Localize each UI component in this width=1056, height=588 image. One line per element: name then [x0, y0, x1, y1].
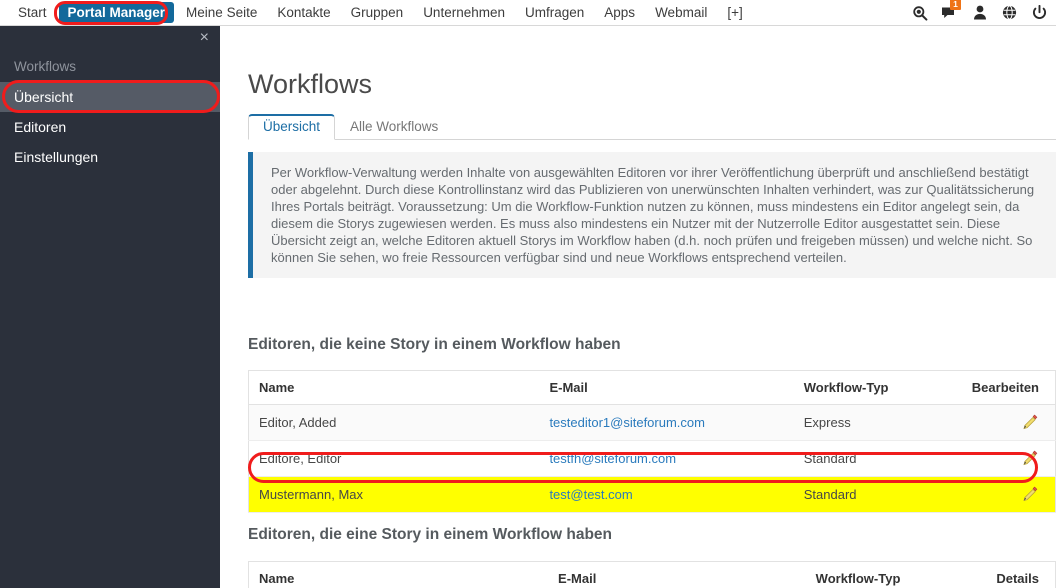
column-header-name: Name	[248, 370, 540, 405]
nav-item-apps[interactable]: Apps	[594, 0, 645, 25]
cell-edit-action[interactable]	[961, 404, 1056, 442]
table-body: Editor, Added testeditor1@siteforum.com …	[248, 404, 1056, 514]
section-heading-with-story: Editoren, die eine Story in einem Workfl…	[248, 526, 613, 543]
nav-item-kontakte[interactable]: Kontakte	[267, 0, 340, 25]
info-box-text: Per Workflow-Verwaltung werden Inhalte v…	[271, 165, 1035, 265]
nav-item-start[interactable]: Start	[8, 0, 57, 25]
cell-email: testeditor1@siteforum.com	[539, 404, 794, 442]
cell-workflow-type: Standard	[793, 476, 962, 514]
cell-edit-action[interactable]	[961, 440, 1056, 478]
close-icon[interactable]: ×	[200, 30, 209, 46]
nav-item-add-more[interactable]: [+]	[717, 0, 752, 25]
section-heading-no-story: Editoren, die keine Story in einem Workf…	[248, 336, 621, 353]
tab-alle-workflows[interactable]: Alle Workflows	[335, 114, 453, 140]
column-header-details: Details	[977, 561, 1056, 588]
pencil-icon[interactable]	[1022, 486, 1039, 503]
info-box: Per Workflow-Verwaltung werden Inhalte v…	[248, 152, 1056, 278]
column-header-email: E-Mail	[548, 561, 806, 588]
cell-workflow-type: Standard	[793, 440, 962, 478]
email-link[interactable]: test@test.com	[549, 487, 632, 502]
email-link[interactable]: testeditor1@siteforum.com	[549, 415, 705, 430]
editors-without-story-table: Name E-Mail Workflow-Typ Bearbeiten Edit…	[248, 370, 1056, 514]
column-header-workflow-type: Workflow-Typ	[793, 370, 962, 405]
sidebar-item-editoren[interactable]: Editoren	[0, 112, 220, 142]
table-row[interactable]: Editore, Editor testfh@siteforum.com Sta…	[248, 440, 1056, 478]
sidebar-item-label: Einstellungen	[14, 149, 99, 165]
table-header: Name E-Mail Workflow-Typ Details	[248, 561, 1056, 588]
nav-item-webmail[interactable]: Webmail	[645, 0, 717, 25]
nav-item-gruppen[interactable]: Gruppen	[341, 0, 414, 25]
messages-badge: 1	[950, 0, 961, 10]
cell-name: Editor, Added	[248, 404, 540, 442]
column-header-email: E-Mail	[539, 370, 794, 405]
sidebar-item-einstellungen[interactable]: Einstellungen	[0, 142, 220, 172]
table-row[interactable]: Mustermann, Max test@test.com Standard	[248, 476, 1056, 514]
nav-item-unternehmen[interactable]: Unternehmen	[413, 0, 515, 25]
sidebar-item-list: Übersicht Editoren Einstellungen	[0, 82, 220, 172]
globe-icon[interactable]	[1001, 4, 1018, 21]
cell-edit-action[interactable]	[961, 476, 1056, 514]
cell-email: test@test.com	[539, 476, 794, 514]
column-header-name: Name	[248, 561, 549, 588]
editors-with-story-table: Name E-Mail Workflow-Typ Details	[248, 561, 1056, 588]
cell-name: Mustermann, Max	[248, 476, 540, 514]
page-title: Workflows	[248, 69, 373, 100]
table-row[interactable]: Editor, Added testeditor1@siteforum.com …	[248, 404, 1056, 442]
column-header-workflow-type: Workflow-Typ	[805, 561, 978, 588]
sidebar-heading: Workflows	[14, 59, 77, 74]
sidebar-item-label: Editoren	[14, 119, 67, 135]
search-icon[interactable]	[911, 4, 928, 21]
table-header-row: Name E-Mail Workflow-Typ Details	[248, 561, 1056, 588]
column-header-bearbeiten: Bearbeiten	[961, 370, 1056, 405]
tab-uebersicht[interactable]: Übersicht	[248, 114, 336, 140]
email-link[interactable]: testfh@siteforum.com	[549, 451, 676, 466]
top-navigation-bar: Start Portal Manager Meine Seite Kontakt…	[0, 0, 1056, 26]
sidebar: × Workflows Übersicht Editoren Einstellu…	[0, 26, 220, 588]
nav-item-portal-manager[interactable]: Portal Manager	[58, 2, 175, 23]
pencil-icon[interactable]	[1022, 450, 1039, 467]
top-nav-items: Start Portal Manager Meine Seite Kontakt…	[0, 0, 753, 25]
nav-item-meine-seite[interactable]: Meine Seite	[176, 0, 267, 25]
user-icon[interactable]	[971, 4, 988, 21]
sidebar-item-label: Übersicht	[14, 89, 74, 105]
tab-bar: Übersicht Alle Workflows	[248, 113, 1056, 140]
power-icon[interactable]	[1031, 4, 1048, 21]
cell-name: Editore, Editor	[248, 440, 540, 478]
main-content: Workflows Übersicht Alle Workflows Per W…	[220, 26, 1056, 588]
messages-icon[interactable]: 1	[941, 0, 961, 21]
pencil-icon[interactable]	[1022, 414, 1039, 431]
table-header: Name E-Mail Workflow-Typ Bearbeiten	[248, 370, 1056, 405]
cell-workflow-type: Express	[793, 404, 962, 442]
cell-email: testfh@siteforum.com	[539, 440, 794, 478]
nav-item-umfragen[interactable]: Umfragen	[515, 0, 594, 25]
top-nav-icon-group: 1	[911, 0, 1056, 25]
table-header-row: Name E-Mail Workflow-Typ Bearbeiten	[248, 370, 1056, 405]
sidebar-item-uebersicht[interactable]: Übersicht	[0, 82, 220, 112]
